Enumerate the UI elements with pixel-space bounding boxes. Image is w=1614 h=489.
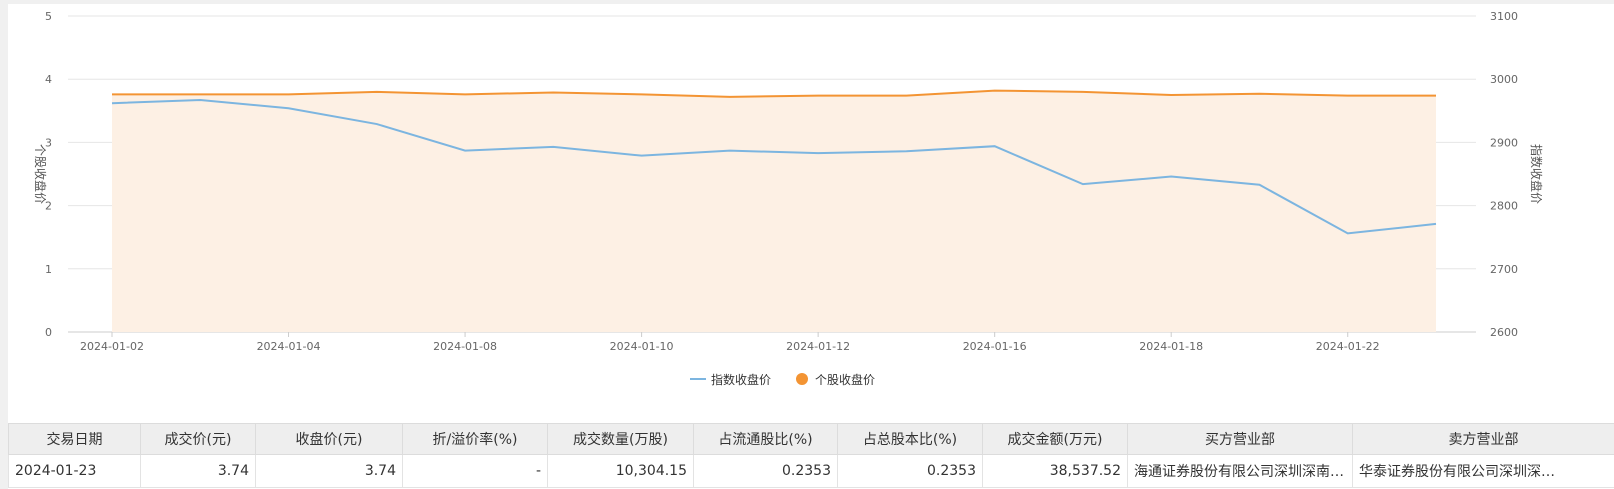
cell-float-ratio: 0.2353: [693, 454, 838, 488]
right-axis-tick-label: 2900: [1490, 136, 1518, 149]
col-total-ratio[interactable]: 占总股本比(%): [837, 423, 983, 455]
x-axis-tick-label: 2024-01-04: [257, 340, 321, 353]
col-volume[interactable]: 成交数量(万股): [547, 423, 694, 455]
x-axis-tick-label: 2024-01-16: [963, 340, 1027, 353]
legend-stock-label: 个股收盘价: [815, 372, 875, 387]
x-axis-ticks: 2024-01-02 2024-01-04 2024-01-08 2024-01-10…: [80, 332, 1380, 353]
chart-legend[interactable]: 指数收盘价 个股收盘价: [690, 372, 875, 387]
left-axis-tick-label: 5: [45, 10, 52, 23]
left-axis-tick-label: 1: [45, 263, 52, 276]
legend-item-index[interactable]: 指数收盘价: [690, 372, 771, 387]
x-axis-tick-label: 2024-01-10: [610, 340, 674, 353]
price-chart: 2024-01-02 2024-01-04 2024-01-08 2024-01-10…: [33, 10, 1544, 387]
cell-volume: 10,304.15: [547, 454, 694, 488]
chart-panel: 2024-01-02 2024-01-04 2024-01-08 2024-01-10…: [8, 4, 1614, 489]
cell-amount: 38,537.52: [982, 454, 1128, 488]
left-axis-tick-label: 0: [45, 326, 52, 339]
col-seller[interactable]: 卖方营业部: [1352, 423, 1614, 455]
stock-price-area: [112, 90, 1436, 333]
table-header-row: 交易日期 成交价(元) 收盘价(元) 折/溢价率(%) 成交数量(万股) 占流通…: [8, 423, 1614, 455]
right-axis-ticks: 2600 2700 2800 2900 3000 3100: [1490, 10, 1518, 339]
left-axis-title: 个股收盘价: [33, 144, 48, 204]
block-trade-table: 交易日期 成交价(元) 收盘价(元) 折/溢价率(%) 成交数量(万股) 占流通…: [8, 423, 1614, 488]
left-axis-tick-label: 4: [45, 73, 52, 86]
legend-index-label: 指数收盘价: [711, 372, 771, 387]
legend-stock-swatch: [796, 373, 808, 385]
x-axis-tick-label: 2024-01-18: [1139, 340, 1203, 353]
right-axis-tick-label: 2600: [1490, 326, 1518, 339]
right-axis-title: 指数收盘价: [1529, 144, 1544, 204]
x-axis-tick-label: 2024-01-02: [80, 340, 144, 353]
col-amount[interactable]: 成交金额(万元): [982, 423, 1128, 455]
cell-seller[interactable]: 华泰证券股份有限公司深圳深…: [1352, 454, 1614, 488]
x-axis-tick-label: 2024-01-22: [1316, 340, 1380, 353]
cell-trade-price: 3.74: [140, 454, 256, 488]
table-row[interactable]: 2024-01-23 3.74 3.74 - 10,304.15 0.2353 …: [8, 454, 1614, 488]
right-axis-tick-label: 2700: [1490, 263, 1518, 276]
cell-buyer[interactable]: 海通证券股份有限公司深圳深南…: [1127, 454, 1353, 488]
right-axis-tick-label: 3000: [1490, 73, 1518, 86]
cell-premium-rate: -: [402, 454, 548, 488]
col-trade-price[interactable]: 成交价(元): [140, 423, 256, 455]
col-trade-date[interactable]: 交易日期: [8, 423, 141, 455]
right-axis-tick-label: 3100: [1490, 10, 1518, 23]
legend-item-stock[interactable]: 个股收盘价: [796, 372, 875, 387]
x-axis-tick-label: 2024-01-12: [786, 340, 850, 353]
cell-trade-date: 2024-01-23: [8, 454, 141, 488]
cell-total-ratio: 0.2353: [837, 454, 983, 488]
right-axis-tick-label: 2800: [1490, 200, 1518, 213]
col-close-price[interactable]: 收盘价(元): [255, 423, 403, 455]
col-float-ratio[interactable]: 占流通股比(%): [693, 423, 838, 455]
cell-close-price: 3.74: [255, 454, 403, 488]
x-axis-tick-label: 2024-01-08: [433, 340, 497, 353]
col-buyer[interactable]: 买方营业部: [1127, 423, 1353, 455]
col-premium-rate[interactable]: 折/溢价率(%): [402, 423, 548, 455]
